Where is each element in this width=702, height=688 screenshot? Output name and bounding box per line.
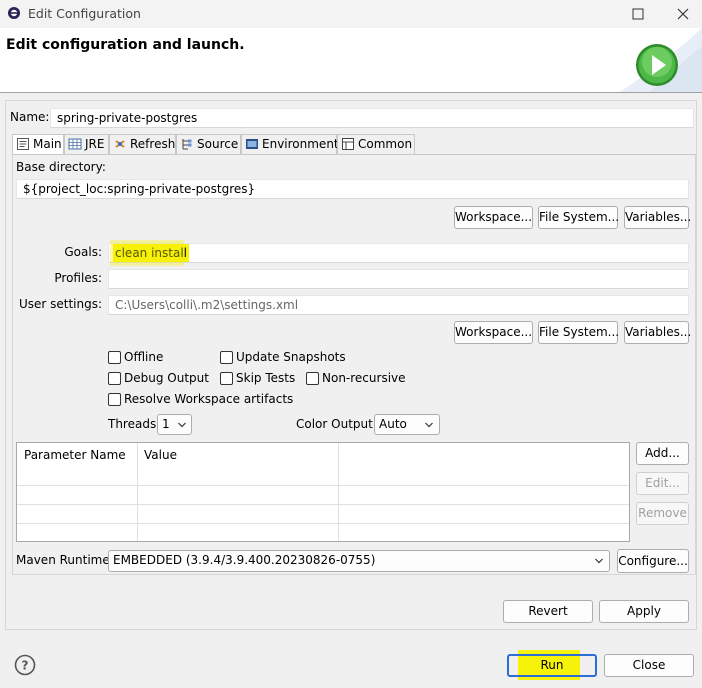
row-divider	[17, 523, 629, 524]
edit-parameter-button[interactable]: Edit...	[636, 472, 689, 495]
threads-value: 1	[162, 417, 170, 431]
tab-label: Main	[33, 137, 62, 151]
update-snapshots-checkbox[interactable]	[220, 351, 233, 364]
row-divider	[17, 485, 629, 486]
maven-runtime-select[interactable]: EMBEDDED (3.9.4/3.9.400.20230826-0755)	[108, 550, 610, 572]
tab-label: Common	[358, 137, 413, 151]
offline-label: Offline	[124, 350, 164, 364]
run-launch-icon	[635, 43, 679, 87]
remove-parameter-button[interactable]: Remove	[636, 502, 689, 525]
base-directory-field[interactable]: ${project_loc:spring-private-postgres}	[16, 179, 689, 199]
tab-common[interactable]: Common	[337, 134, 415, 154]
threads-label: Threads:	[108, 417, 161, 431]
color-output-value: Auto	[379, 417, 407, 431]
close-button[interactable]: Close	[604, 654, 694, 677]
settings-variables-button[interactable]: Variables...	[624, 321, 691, 344]
chevron-down-icon	[425, 422, 433, 428]
revert-button[interactable]: Revert	[503, 600, 593, 623]
run-button[interactable]: Run	[507, 654, 597, 677]
tab-label: Source	[197, 137, 239, 151]
column-divider	[338, 443, 339, 541]
add-parameter-button[interactable]: Add...	[636, 442, 689, 465]
configure-runtime-button[interactable]: Configure...	[617, 549, 689, 573]
source-icon	[180, 137, 194, 151]
user-settings-field[interactable]: C:\Users\colli\.m2\settings.xml	[108, 295, 689, 315]
goals-field[interactable]: clean install	[108, 243, 689, 263]
tab-refresh[interactable]: Refresh	[109, 134, 176, 154]
help-icon: ?	[14, 654, 36, 676]
apply-button[interactable]: Apply	[599, 600, 689, 623]
tab-jre[interactable]: JRE	[64, 134, 109, 154]
dialog-header-title: Edit configuration and launch.	[6, 37, 245, 53]
base-directory-label: Base directory:	[16, 160, 106, 174]
base-variables-button[interactable]: Variables...	[624, 206, 691, 229]
tab-source[interactable]: Source	[176, 134, 241, 154]
column-header-value[interactable]: Value	[144, 448, 177, 462]
resolve-workspace-checkbox[interactable]	[108, 393, 121, 406]
resolve-workspace-label: Resolve Workspace artifacts	[124, 392, 294, 406]
header-separator	[0, 92, 702, 93]
skip-tests-label: Skip Tests	[236, 371, 296, 385]
name-field[interactable]: spring-private-postgres	[50, 108, 694, 128]
close-icon	[677, 8, 689, 20]
help-button[interactable]: ?	[14, 654, 36, 676]
non-recursive-label: Non-recursive	[322, 371, 406, 385]
color-output-label: Color Output:	[296, 417, 377, 431]
column-divider	[137, 443, 138, 541]
window-title: Edit Configuration	[28, 6, 141, 21]
app-icon	[7, 6, 21, 20]
settings-filesystem-button[interactable]: File System...	[538, 321, 619, 344]
maximize-button[interactable]	[627, 4, 649, 24]
threads-select[interactable]: 1	[157, 414, 192, 435]
main-tab-icon	[16, 137, 30, 151]
non-recursive-checkbox[interactable]	[306, 372, 319, 385]
row-divider	[17, 504, 629, 505]
common-icon	[341, 137, 355, 151]
goals-highlight-mark	[110, 240, 184, 266]
tab-environment[interactable]: Environment	[241, 134, 339, 154]
maven-runtime-label: Maven Runtime:	[16, 553, 114, 567]
tab-label: JRE	[85, 137, 105, 151]
close-window-button[interactable]	[672, 4, 694, 24]
debug-output-checkbox[interactable]	[108, 372, 121, 385]
settings-workspace-button[interactable]: Workspace...	[454, 321, 533, 344]
base-workspace-button[interactable]: Workspace...	[454, 206, 533, 229]
jre-icon	[68, 137, 82, 151]
user-settings-label: User settings:	[18, 297, 102, 311]
header-banner-decoration	[560, 28, 702, 92]
maven-runtime-value: EMBEDDED (3.9.4/3.9.400.20230826-0755)	[113, 553, 376, 567]
svg-text:?: ?	[22, 659, 29, 673]
goals-label: Goals:	[64, 245, 102, 259]
maximize-icon	[632, 8, 644, 20]
name-label: Name:	[10, 110, 50, 124]
chevron-down-icon	[595, 558, 603, 564]
offline-checkbox[interactable]	[108, 351, 121, 364]
tab-label: Environment	[262, 137, 339, 151]
environment-icon	[245, 137, 259, 151]
debug-output-label: Debug Output	[124, 371, 209, 385]
update-snapshots-label: Update Snapshots	[236, 350, 346, 364]
tab-main[interactable]: Main	[12, 134, 64, 155]
base-filesystem-button[interactable]: File System...	[538, 206, 619, 229]
color-output-select[interactable]: Auto	[374, 414, 440, 435]
refresh-icon	[113, 137, 127, 151]
column-header-parameter-name[interactable]: Parameter Name	[24, 448, 126, 462]
tab-label: Refresh	[130, 137, 176, 151]
profiles-label: Profiles:	[54, 271, 102, 285]
profiles-field[interactable]	[108, 269, 689, 289]
skip-tests-checkbox[interactable]	[220, 372, 233, 385]
chevron-down-icon	[178, 422, 186, 428]
parameters-table[interactable]: Parameter Name Value	[16, 442, 630, 542]
